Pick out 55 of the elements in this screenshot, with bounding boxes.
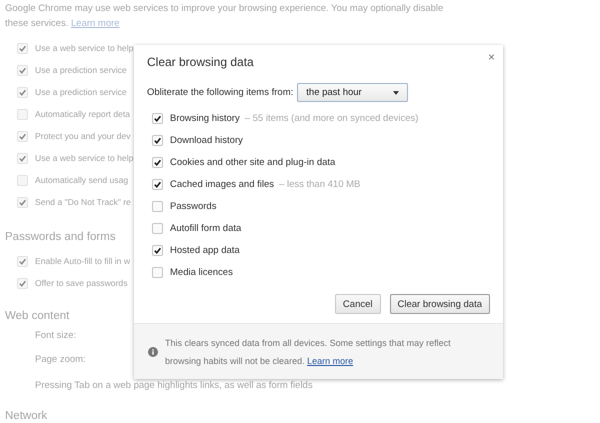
checkbox[interactable] bbox=[152, 200, 163, 212]
checkbox[interactable] bbox=[152, 266, 163, 278]
checkbox[interactable] bbox=[17, 278, 28, 288]
item-detail: – less than 410 MB bbox=[279, 178, 360, 190]
close-button[interactable]: × bbox=[488, 51, 495, 63]
dialog-title: Clear browsing data bbox=[147, 55, 254, 71]
option-label: Send a "Do Not Track" re bbox=[35, 197, 131, 207]
item-label: Browsing history bbox=[170, 112, 240, 124]
option-label: Use a web service to help bbox=[35, 153, 134, 163]
checkbox[interactable] bbox=[17, 130, 28, 142]
option-label: Use a prediction service bbox=[35, 65, 127, 75]
checkbox[interactable] bbox=[152, 156, 163, 168]
item-detail: – 55 items (and more on synced devices) bbox=[244, 112, 418, 124]
checkbox[interactable] bbox=[17, 64, 28, 76]
option-label: Automatically report deta bbox=[35, 109, 130, 119]
setting-label: Pressing Tab on a web page highlights links, as well as form fields bbox=[35, 379, 313, 393]
checkbox[interactable] bbox=[17, 86, 28, 98]
option-label: Offer to save passwords bbox=[35, 278, 128, 288]
range-label: Obliterate the following items from: bbox=[147, 87, 294, 98]
setting-label: Page zoom: bbox=[35, 353, 86, 367]
checkbox[interactable] bbox=[17, 152, 28, 164]
intro-text: Google Chrome may use web services to improve your browsing experience. You may optionally disable these services. Learn more bbox=[5, 2, 444, 31]
checkbox[interactable] bbox=[17, 174, 28, 186]
time-range-dropdown[interactable]: the past hour bbox=[297, 83, 408, 102]
option-label: Use a web service to help bbox=[35, 43, 134, 53]
clear-data-button[interactable]: Clear browsing data bbox=[390, 294, 490, 314]
checkbox[interactable] bbox=[17, 108, 28, 120]
item-label: Cached images and files bbox=[170, 178, 274, 190]
checkbox[interactable] bbox=[152, 244, 163, 256]
checkbox[interactable] bbox=[152, 134, 163, 146]
checkbox[interactable] bbox=[152, 178, 163, 190]
section-heading: Passwords and forms bbox=[5, 230, 116, 245]
option-label: Enable Auto-fill to fill in w bbox=[35, 256, 130, 266]
caret-icon bbox=[393, 90, 400, 94]
learn-more-link[interactable]: Learn more bbox=[307, 356, 354, 366]
checkbox[interactable] bbox=[152, 222, 163, 234]
item-label: Media licences bbox=[170, 266, 233, 278]
section-heading: Web content bbox=[5, 309, 70, 324]
option-label: Automatically send usag bbox=[35, 175, 128, 185]
item-label: Autofill form data bbox=[170, 222, 242, 234]
checkbox[interactable] bbox=[17, 42, 28, 54]
cancel-button[interactable]: Cancel bbox=[334, 294, 380, 314]
section-heading: Network bbox=[5, 409, 48, 423]
checkbox[interactable] bbox=[152, 112, 163, 124]
item-label: Hosted app data bbox=[170, 244, 240, 256]
info-icon bbox=[148, 346, 158, 356]
option-label: Use a prediction service bbox=[35, 87, 127, 97]
footer-note: This clears synced data from all devices. Some settings that may reflect browsing habits will not be cleared. Learn more bbox=[165, 336, 452, 368]
item-label: Download history bbox=[170, 134, 243, 146]
checkbox[interactable] bbox=[17, 196, 28, 208]
setting-label: Font size: bbox=[35, 329, 76, 343]
option-label: Protect you and your dev bbox=[35, 131, 131, 141]
checkbox[interactable] bbox=[17, 256, 28, 266]
item-label: Cookies and other site and plug-in data bbox=[170, 156, 336, 168]
item-label: Passwords bbox=[170, 200, 216, 212]
